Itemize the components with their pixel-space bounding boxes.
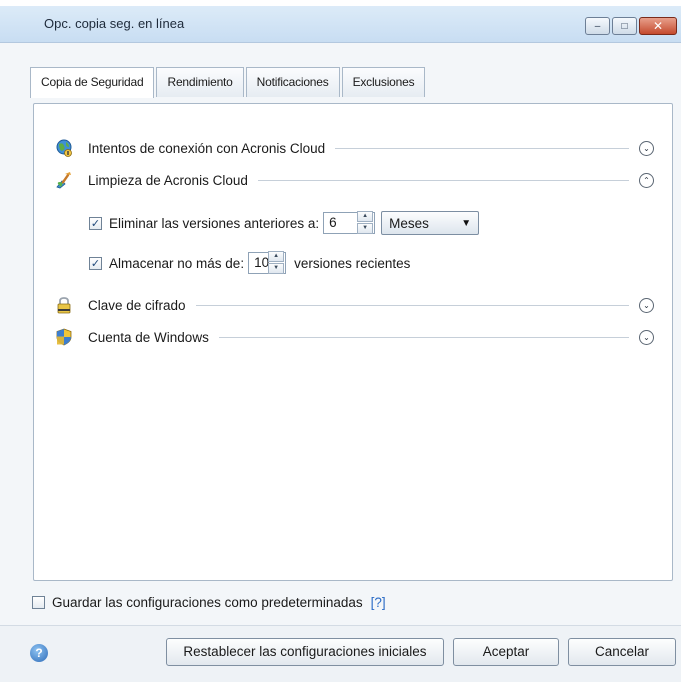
section-label: Clave de cifrado (88, 297, 186, 313)
spin-down-icon[interactable]: ▼ (357, 223, 374, 234)
keep-recent-label: Almacenar no más de: (109, 255, 245, 271)
period-unit-value: Meses (389, 215, 429, 231)
section-label: Intentos de conexión con Acronis Cloud (88, 140, 326, 156)
section-label: Limpieza de Acronis Cloud (88, 172, 248, 188)
close-button[interactable]: ✕ (639, 17, 677, 35)
help-icon[interactable]: ? (30, 644, 48, 662)
keep-recent-stepper[interactable]: 10 ▲ ▼ (248, 251, 287, 275)
divider (195, 304, 629, 306)
window-controls: – □ ✕ (583, 17, 677, 39)
divider (335, 147, 629, 149)
section-cloud-cleanup[interactable]: Limpieza de Acronis Cloud ⌃ (54, 170, 654, 190)
maximize-button[interactable]: □ (612, 17, 637, 35)
tab-panel: Intentos de conexión con Acronis Cloud ⌄… (33, 103, 673, 581)
broom-icon (54, 170, 74, 190)
spin-up-icon[interactable]: ▲ (357, 211, 374, 222)
collapse-icon[interactable]: ⌃ (639, 172, 654, 188)
tab-copia-de-seguridad[interactable]: Copia de Seguridad (30, 67, 155, 98)
accept-button[interactable]: Aceptar (453, 638, 559, 666)
tab-exclusiones[interactable]: Exclusiones (341, 67, 426, 97)
spin-up-icon[interactable]: ▲ (268, 251, 285, 262)
globe-network-icon (54, 138, 74, 158)
window-title: Opc. copia seg. en línea (44, 16, 185, 31)
spin-down-icon[interactable]: ▼ (268, 263, 285, 274)
section-label: Cuenta de Windows (88, 329, 209, 345)
options-window: Opc. copia seg. en línea – □ ✕ Copia de … (0, 6, 681, 682)
reset-defaults-button[interactable]: Restablecer las configuraciones iniciale… (166, 638, 444, 666)
section-connection-attempts[interactable]: Intentos de conexión con Acronis Cloud ⌄ (54, 138, 654, 158)
save-defaults-row: Guardar las configuraciones como predete… (32, 595, 386, 610)
dialog-body: Copia de Seguridad Rendimiento Notificac… (0, 43, 681, 682)
keep-recent-checkbox[interactable]: ✓ (89, 256, 102, 270)
chevron-down-icon: ▼ (461, 217, 472, 229)
delete-older-checkbox[interactable]: ✓ (89, 216, 102, 230)
expand-icon[interactable]: ⌄ (639, 140, 654, 156)
divider (257, 179, 629, 181)
tab-rendimiento[interactable]: Rendimiento (156, 67, 244, 97)
divider (218, 336, 629, 338)
section-windows-account[interactable]: Cuenta de Windows ⌄ (54, 327, 654, 347)
tab-bar: Copia de Seguridad Rendimiento Notificac… (30, 67, 427, 98)
expand-icon[interactable]: ⌄ (639, 329, 654, 345)
title-bar: Opc. copia seg. en línea – □ ✕ (0, 6, 681, 43)
tab-notificaciones[interactable]: Notificaciones (245, 67, 340, 97)
shield-icon (54, 327, 74, 347)
keep-recent-versions-row: ✓ Almacenar no más de: 10 ▲ ▼ versiones … (89, 251, 410, 275)
keep-recent-suffix: versiones recientes (294, 255, 411, 271)
expand-icon[interactable]: ⌄ (639, 297, 654, 313)
section-encryption-key[interactable]: Clave de cifrado ⌄ (54, 295, 654, 315)
dialog-footer: ? Restablecer las configuraciones inicia… (0, 626, 681, 682)
delete-older-versions-row: ✓ Eliminar las versiones anteriores a: 6… (89, 211, 480, 235)
padlock-icon (54, 295, 74, 315)
period-unit-select[interactable]: Meses ▼ (381, 211, 480, 235)
save-defaults-label: Guardar las configuraciones como predete… (52, 595, 363, 610)
minimize-button[interactable]: – (585, 17, 610, 35)
save-defaults-checkbox[interactable] (32, 596, 45, 609)
delete-older-stepper[interactable]: 6 ▲ ▼ (323, 211, 376, 235)
save-defaults-help-link[interactable]: [?] (371, 595, 386, 610)
cancel-button[interactable]: Cancelar (568, 638, 676, 666)
delete-older-label: Eliminar las versiones anteriores a: (109, 215, 320, 231)
